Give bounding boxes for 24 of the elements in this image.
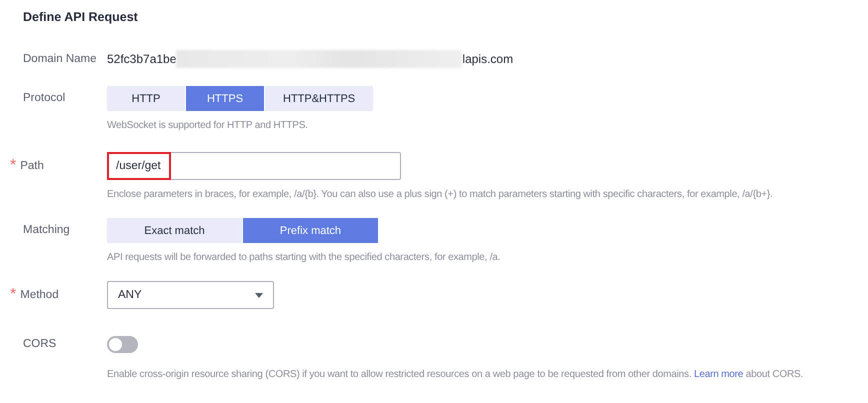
segment-option[interactable]: Exact match [107,218,242,243]
caret-icon [255,292,263,298]
hint-text: WebSocket is supported for HTTP and HTTPS. [107,120,308,131]
field-label: Path [20,159,44,174]
segment-option[interactable]: HTTPS [186,86,264,111]
hint-text: Enable cross-origin resource sharing (CORS) if you want to allow restricted resources on a web page to be requested from other domains. Learn more about CORS. [107,369,804,380]
domain-value: lapis.com [462,52,514,66]
required-mark: * [10,286,16,304]
field-label: CORS [23,337,56,352]
segment-option[interactable]: HTTP [107,86,185,111]
hint-text: API requests will be forwarded to paths starting with the specified characters, for example, /a. [107,252,500,263]
segment-option[interactable]: HTTP&HTTPS [265,86,374,111]
field-label: Matching [23,223,70,238]
required-mark: * [10,157,16,175]
hint-text: Enclose parameters in braces, for example, /a/{b}. You can also use a plus sign (+) to match parameters starting with specific characters, for example, /a/{b+}. [107,189,773,200]
section-title: Define API Request [23,10,139,24]
domain-value: 52fc3b7a1be [107,52,176,66]
method-select[interactable]: ANY [107,281,274,309]
learn-more-link[interactable]: Learn more [694,369,744,380]
field-label: Protocol [23,91,66,106]
field-label: Method [20,288,59,303]
segment-option[interactable]: Prefix match [243,218,378,243]
cors-toggle[interactable] [107,336,138,353]
field-label: Domain Name [23,52,96,67]
